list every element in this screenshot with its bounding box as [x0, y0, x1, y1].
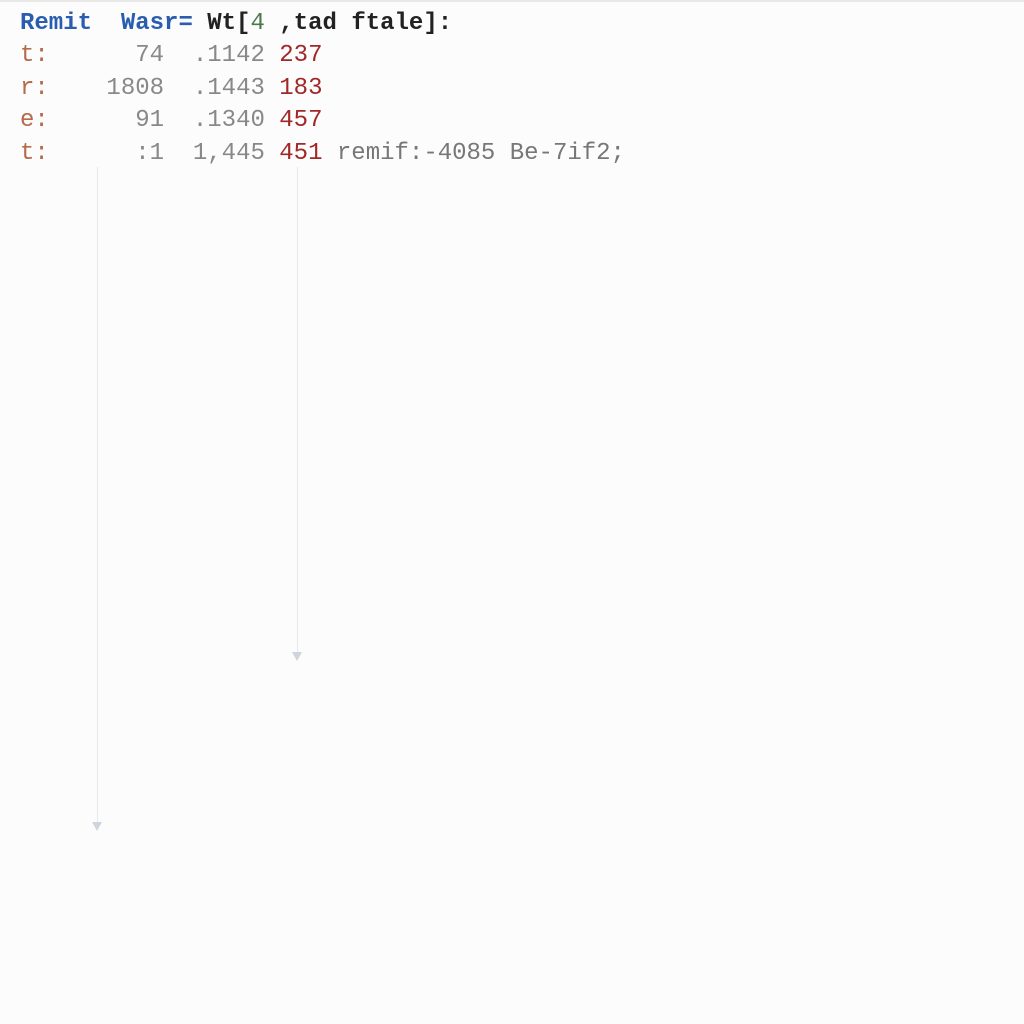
header-comma: , — [265, 10, 294, 37]
row-col1: 1808 — [92, 75, 164, 102]
header-close: ]: — [423, 10, 452, 37]
row-label: t: — [20, 42, 49, 69]
chevron-down-icon — [92, 822, 102, 831]
row-col3: 457 — [279, 107, 322, 134]
row-label: e: — [20, 107, 49, 134]
header-keyword-remit: Remit — [20, 10, 92, 37]
row-tail: remif:-4085 Be-7if2; — [323, 140, 625, 167]
vertical-guide-line — [297, 167, 298, 657]
row-col2: .1142 — [193, 42, 265, 69]
vertical-guide-line — [97, 167, 98, 827]
header-keyword-wasr: Wasr= — [121, 10, 193, 37]
row-col1: 91 — [92, 107, 164, 134]
row-label: r: — [20, 75, 49, 102]
header-row: Remit Wasr= Wt[4 ,tad ftale]: — [20, 8, 1024, 40]
row-col3: 237 — [279, 42, 322, 69]
text-output-panel: Remit Wasr= Wt[4 ,tad ftale]: t: 74 .114… — [0, 2, 1024, 170]
header-keyword-ftale: ftale — [351, 10, 423, 37]
header-wt-open: Wt[ — [207, 10, 250, 37]
row-col2: .1443 — [193, 75, 265, 102]
data-row: t: :1 1,445 451 remif:-4085 Be-7if2; — [20, 138, 1024, 170]
chevron-down-icon — [292, 652, 302, 661]
row-col3: 451 — [279, 140, 322, 167]
row-label: t: — [20, 140, 49, 167]
row-col3: 183 — [279, 75, 322, 102]
row-col2: 1,445 — [193, 140, 265, 167]
row-col1: 74 — [92, 42, 164, 69]
row-col1: :1 — [92, 140, 164, 167]
data-row: t: 74 .1142 237 — [20, 40, 1024, 72]
header-number: 4 — [250, 10, 264, 37]
data-row: r: 1808 .1443 183 — [20, 73, 1024, 105]
row-col2: .1340 — [193, 107, 265, 134]
header-keyword-tad: tad — [294, 10, 337, 37]
data-row: e: 91 .1340 457 — [20, 105, 1024, 137]
